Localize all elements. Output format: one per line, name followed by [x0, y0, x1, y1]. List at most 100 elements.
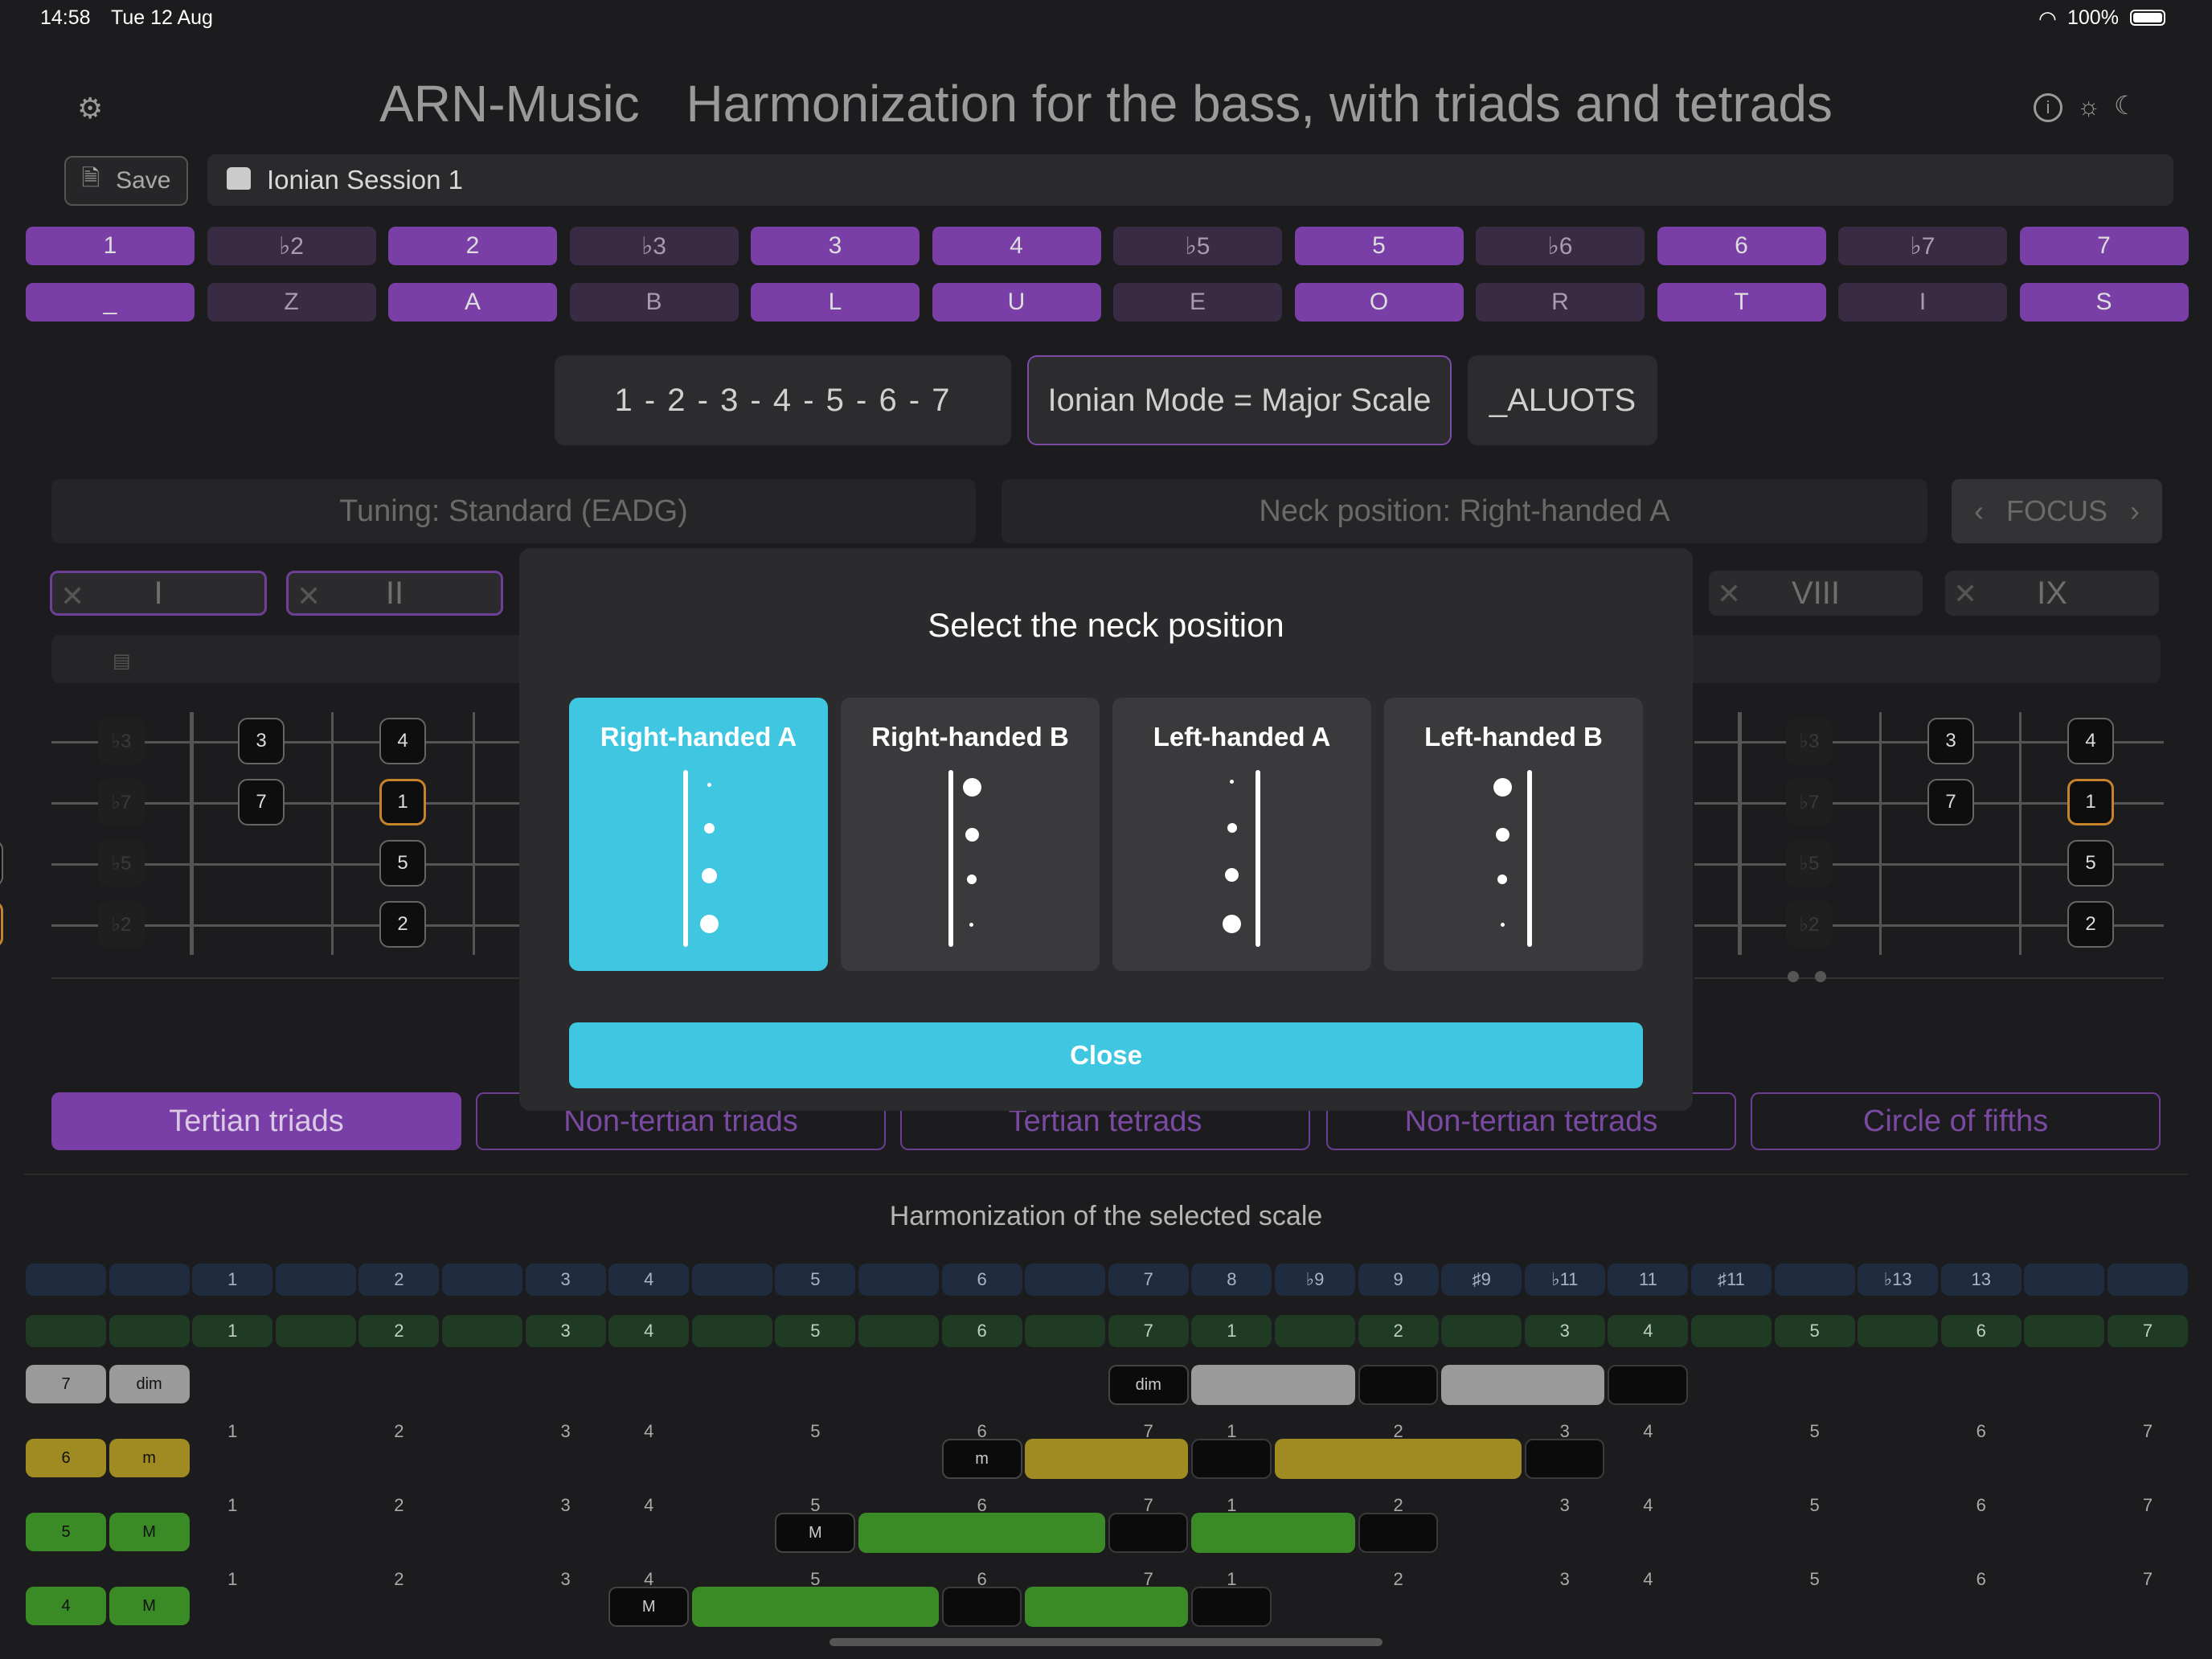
interval-letter[interactable]: T [1657, 283, 1826, 322]
option-left-handed-a[interactable]: Left-handed A [1112, 698, 1371, 971]
chord-degree-chip[interactable]: 7 [26, 1365, 106, 1403]
fret-note[interactable]: ♭3 [1786, 718, 1833, 764]
chord-tone-span [1275, 1439, 1522, 1479]
interval-degree[interactable]: ♭3 [569, 227, 739, 265]
chevron-right-icon[interactable]: › [2130, 494, 2140, 528]
position-ii[interactable]: ✕ II [286, 571, 503, 616]
fret-note[interactable]: 1 [379, 779, 426, 825]
fret-note[interactable]: ♭7 [1786, 779, 1833, 825]
interval-letter[interactable]: S [2019, 283, 2189, 322]
option-left-handed-b[interactable]: Left-handed B [1384, 698, 1643, 971]
degree-number: 1 [227, 1569, 238, 1589]
neck-position-selector[interactable]: Neck position: Right-handed A [1002, 479, 1927, 543]
scale-formula[interactable]: 1 - 2 - 3 - 4 - 5 - 6 - 7 [555, 355, 1011, 445]
interval-degree[interactable]: 6 [1657, 227, 1826, 265]
save-file-icon: 🗎 [81, 166, 100, 190]
interval-letter[interactable]: E [1113, 283, 1282, 322]
position-ix[interactable]: ✕ IX [1945, 571, 2159, 616]
mode-name[interactable]: Ionian Mode = Major Scale [1027, 355, 1452, 445]
fret-note[interactable]: 4 [0, 840, 3, 887]
calendar-icon[interactable]: ▤ [113, 649, 131, 673]
interval-letter[interactable]: O [1294, 283, 1464, 322]
chevron-left-icon[interactable]: ‹ [1974, 494, 1984, 528]
interval-degree[interactable]: 5 [1294, 227, 1464, 265]
fret-note[interactable]: ♭5 [98, 840, 145, 887]
chord-quality-chip[interactable]: m [109, 1439, 190, 1477]
interval-degree[interactable]: 3 [751, 227, 920, 265]
interval-header-cell [2108, 1264, 2188, 1296]
fret-note[interactable]: 5 [379, 840, 426, 887]
scale-code[interactable]: _ALUOTS [1468, 355, 1657, 445]
chord-degree-chip[interactable]: 6 [26, 1439, 106, 1477]
interval-degree[interactable]: 4 [932, 227, 1101, 265]
fret-note[interactable]: 4 [2067, 718, 2114, 764]
interval-degree[interactable]: 1 [26, 227, 195, 265]
interval-degree[interactable]: ♭6 [1476, 227, 1645, 265]
fret-note[interactable]: 2 [379, 901, 426, 948]
tab-circle-of-fifths[interactable]: Circle of fifths [1751, 1092, 2161, 1150]
session-field[interactable]: Ionian Session 1 [207, 154, 2173, 206]
interval-degree[interactable]: ♭7 [1838, 227, 2007, 265]
close-icon[interactable]: ✕ [1953, 577, 1977, 611]
close-button[interactable]: Close [569, 1022, 1643, 1088]
fret-note[interactable]: ♭5 [1786, 840, 1833, 887]
fret-note[interactable]: ♭2 [98, 901, 145, 948]
chord-degree-chip[interactable]: 4 [26, 1587, 106, 1625]
sun-icon[interactable]: ☼ [2077, 92, 2100, 121]
degree-header-cell [275, 1315, 356, 1347]
info-icon[interactable]: i [2034, 93, 2062, 122]
degree-header-cell: 1 [192, 1315, 273, 1347]
fret-note[interactable]: 7 [1927, 779, 1974, 825]
interval-header-cell [858, 1264, 939, 1296]
fret-note[interactable]: ♭3 [98, 718, 145, 764]
interval-letter[interactable]: U [932, 283, 1101, 322]
interval-letter[interactable]: R [1476, 283, 1645, 322]
close-icon[interactable]: ✕ [297, 580, 321, 613]
moon-icon[interactable]: ☾ [2114, 90, 2137, 121]
degree-number: 3 [560, 1569, 571, 1589]
close-icon[interactable]: ✕ [60, 580, 84, 613]
option-right-handed-a[interactable]: Right-handed A [569, 698, 828, 971]
degree-header-cell [1441, 1315, 1522, 1347]
interval-header-cell: ♭9 [1275, 1264, 1355, 1296]
fret-note[interactable]: 2 [2067, 901, 2114, 948]
interval-header-cell: 2 [358, 1264, 440, 1296]
degree-header-cell [1025, 1315, 1106, 1347]
degree-number: 4 [1643, 1569, 1653, 1589]
fret-note[interactable]: ♭2 [1786, 901, 1833, 948]
close-icon[interactable]: ✕ [1717, 577, 1741, 611]
interval-degree[interactable]: ♭5 [1113, 227, 1282, 265]
interval-letter[interactable]: A [388, 283, 557, 322]
interval-letter[interactable]: _ [26, 283, 195, 322]
fret-note[interactable]: 4 [379, 718, 426, 764]
position-viii[interactable]: ✕ VIII [1709, 571, 1923, 616]
fret-note[interactable]: 3 [1927, 718, 1974, 764]
option-right-handed-b[interactable]: Right-handed B [841, 698, 1100, 971]
fret-note[interactable]: 1 [2067, 779, 2114, 825]
degree-number: 5 [810, 1421, 821, 1441]
interval-degree[interactable]: 2 [388, 227, 557, 265]
tuning-selector[interactable]: Tuning: Standard (EADG) [51, 479, 976, 543]
interval-degree[interactable]: ♭2 [207, 227, 376, 265]
fret-note[interactable]: 7 [238, 779, 285, 825]
interval-letter[interactable]: I [1838, 283, 2007, 322]
tab-tertian-triads[interactable]: Tertian triads [51, 1092, 461, 1150]
fret-note[interactable]: 1 [0, 901, 3, 948]
chord-quality-chip[interactable]: dim [109, 1365, 190, 1403]
chord-degree-chip[interactable]: 5 [26, 1513, 106, 1551]
chord-quality-chip[interactable]: M [109, 1513, 190, 1551]
interval-letter[interactable]: B [569, 283, 739, 322]
degree-header-cell [442, 1315, 522, 1347]
degree-number: 1 [227, 1421, 238, 1441]
save-button[interactable]: 🗎 Save [64, 156, 188, 206]
fret-note[interactable]: 3 [238, 718, 285, 764]
interval-degree[interactable]: 7 [2019, 227, 2189, 265]
interval-letter[interactable]: Z [207, 283, 376, 322]
fret-note[interactable]: ♭7 [98, 779, 145, 825]
focus-control[interactable]: ‹ FOCUS › [1952, 479, 2162, 543]
position-i[interactable]: ✕ I [50, 571, 267, 616]
fret-note[interactable]: 5 [2067, 840, 2114, 887]
interval-letter[interactable]: L [751, 283, 920, 322]
position-label: II [385, 575, 404, 611]
chord-quality-chip[interactable]: M [109, 1587, 190, 1625]
